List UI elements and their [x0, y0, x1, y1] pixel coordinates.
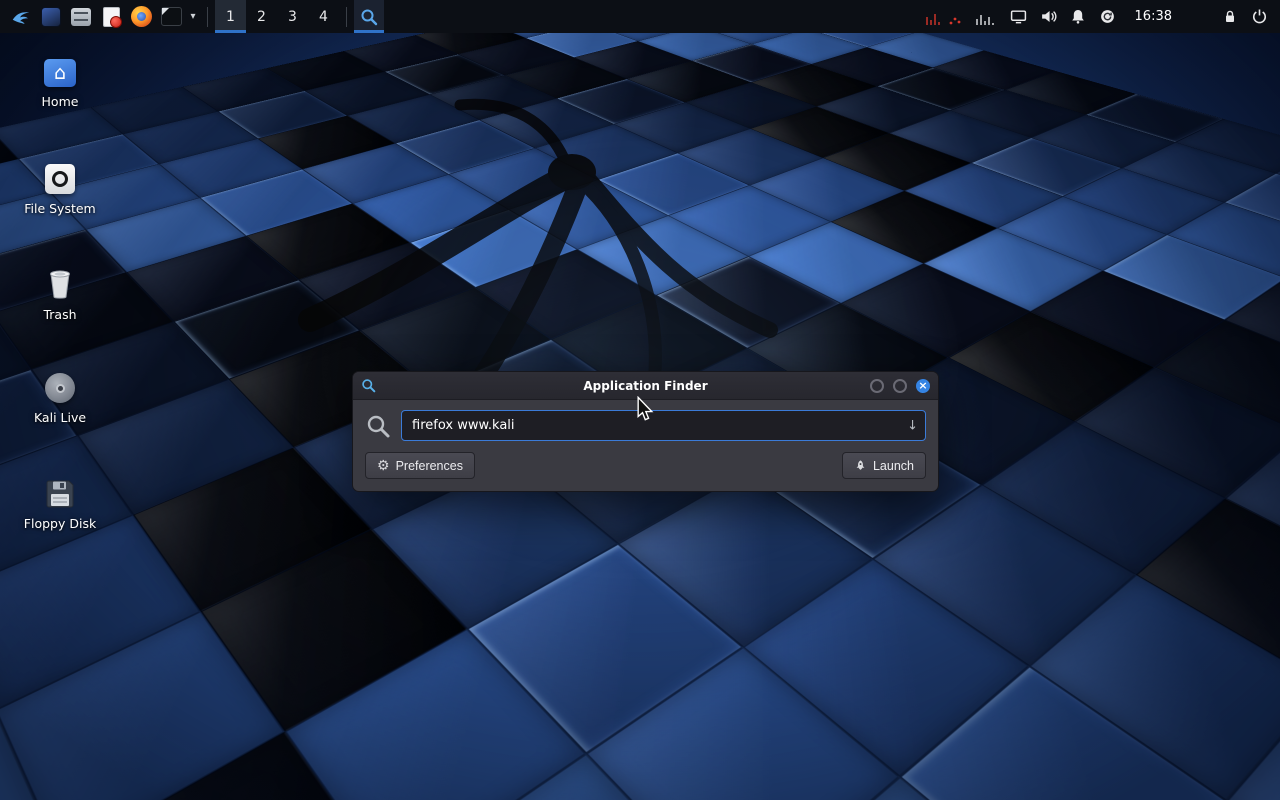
display-settings-icon[interactable] [1010, 0, 1027, 33]
file-manager-button[interactable] [66, 0, 96, 33]
workspace-3-button[interactable]: 3 [277, 0, 308, 33]
minimize-button[interactable] [870, 379, 884, 393]
desktop-icon-file-system[interactable]: File System [5, 164, 115, 216]
workspace-label: 3 [288, 9, 297, 25]
desktop-icon-label: Floppy Disk [24, 516, 96, 531]
close-icon: × [918, 379, 927, 392]
top-panel: ▾ 1 2 3 4 [0, 0, 1280, 33]
kali-logo-icon [10, 6, 32, 28]
text-editor-button[interactable] [96, 0, 126, 33]
maximize-button[interactable] [893, 379, 907, 393]
volume-icon[interactable] [1040, 0, 1057, 33]
workspace-label: 1 [226, 9, 235, 25]
file-manager-icon [71, 8, 91, 26]
window-title: Application Finder [353, 379, 938, 393]
preferences-button-label: Preferences [396, 459, 463, 473]
desktop-icon-home[interactable]: ⌂ Home [5, 59, 115, 109]
firefox-icon [131, 6, 152, 27]
desktop-icon-label: Kali Live [34, 410, 86, 425]
workspace-2-button[interactable]: 2 [246, 0, 277, 33]
home-glyph: ⌂ [54, 62, 66, 84]
dialog-body: ↓ ⚙ Preferences Launch [353, 400, 938, 491]
window-titlebar[interactable]: Application Finder × [353, 372, 938, 400]
launch-icon [854, 459, 867, 473]
optical-disc-icon [45, 373, 75, 403]
desktop-icon-floppy[interactable]: Floppy Disk [5, 479, 115, 531]
clock[interactable]: 16:38 [1129, 0, 1178, 33]
drive-ring [52, 171, 68, 187]
terminal-icon [161, 7, 182, 26]
search-input-wrap: ↓ [401, 410, 926, 441]
notifications-bell-icon[interactable] [1070, 0, 1086, 33]
workspace-4-button[interactable]: 4 [308, 0, 339, 33]
file-system-icon [45, 164, 75, 194]
window-icon [41, 7, 61, 27]
dialog-buttons-row: ⚙ Preferences Launch [365, 452, 926, 479]
app-finder-icon [358, 6, 380, 28]
system-monitor-widget[interactable] [925, 7, 997, 27]
updates-icon[interactable] [1099, 0, 1116, 33]
preferences-button[interactable]: ⚙ Preferences [365, 452, 475, 479]
workspace-label: 4 [319, 9, 328, 25]
close-button[interactable]: × [916, 379, 930, 393]
search-row: ↓ [365, 410, 926, 441]
desktop-icon-trash[interactable]: Trash [5, 268, 115, 322]
desktop-icon-label: Trash [43, 307, 76, 322]
desktop-icon-label: Home [42, 94, 79, 109]
lock-screen-icon[interactable] [1222, 0, 1238, 33]
firefox-button[interactable] [126, 0, 156, 33]
floppy-disk-icon [45, 479, 75, 509]
home-folder-icon: ⌂ [44, 59, 76, 87]
clock-text: 16:38 [1135, 9, 1172, 24]
text-editor-icon [103, 7, 120, 27]
power-logout-icon[interactable] [1251, 0, 1268, 33]
panel-separator [346, 7, 347, 27]
workspace-label: 2 [257, 9, 266, 25]
desktop-icon-kali-live[interactable]: Kali Live [5, 373, 115, 425]
kali-menu-button[interactable] [6, 0, 36, 33]
launch-button[interactable]: Launch [842, 452, 926, 479]
window-titlebar-icon [361, 378, 376, 393]
disc-hub [56, 384, 65, 393]
desktop-icon-label: File System [24, 201, 96, 216]
workspace-1-button[interactable]: 1 [215, 0, 246, 33]
search-icon [365, 413, 391, 439]
terminal-button[interactable] [156, 0, 186, 33]
dropdown-arrow-icon[interactable]: ↓ [907, 418, 918, 433]
window-buttons: × [870, 379, 930, 393]
trash-icon [45, 268, 75, 300]
app-finder-taskbar-button[interactable] [354, 0, 384, 33]
gear-icon: ⚙ [377, 457, 390, 474]
search-input[interactable] [401, 410, 926, 441]
terminal-dropdown-button[interactable]: ▾ [186, 0, 200, 33]
application-finder-window: Application Finder × ↓ ⚙ Preferences [352, 371, 939, 492]
system-tray: 16:38 [925, 0, 1274, 33]
panel-separator [207, 7, 208, 27]
show-desktop-button[interactable] [36, 0, 66, 33]
launch-button-label: Launch [873, 459, 914, 473]
chevron-down-icon: ▾ [188, 11, 197, 22]
